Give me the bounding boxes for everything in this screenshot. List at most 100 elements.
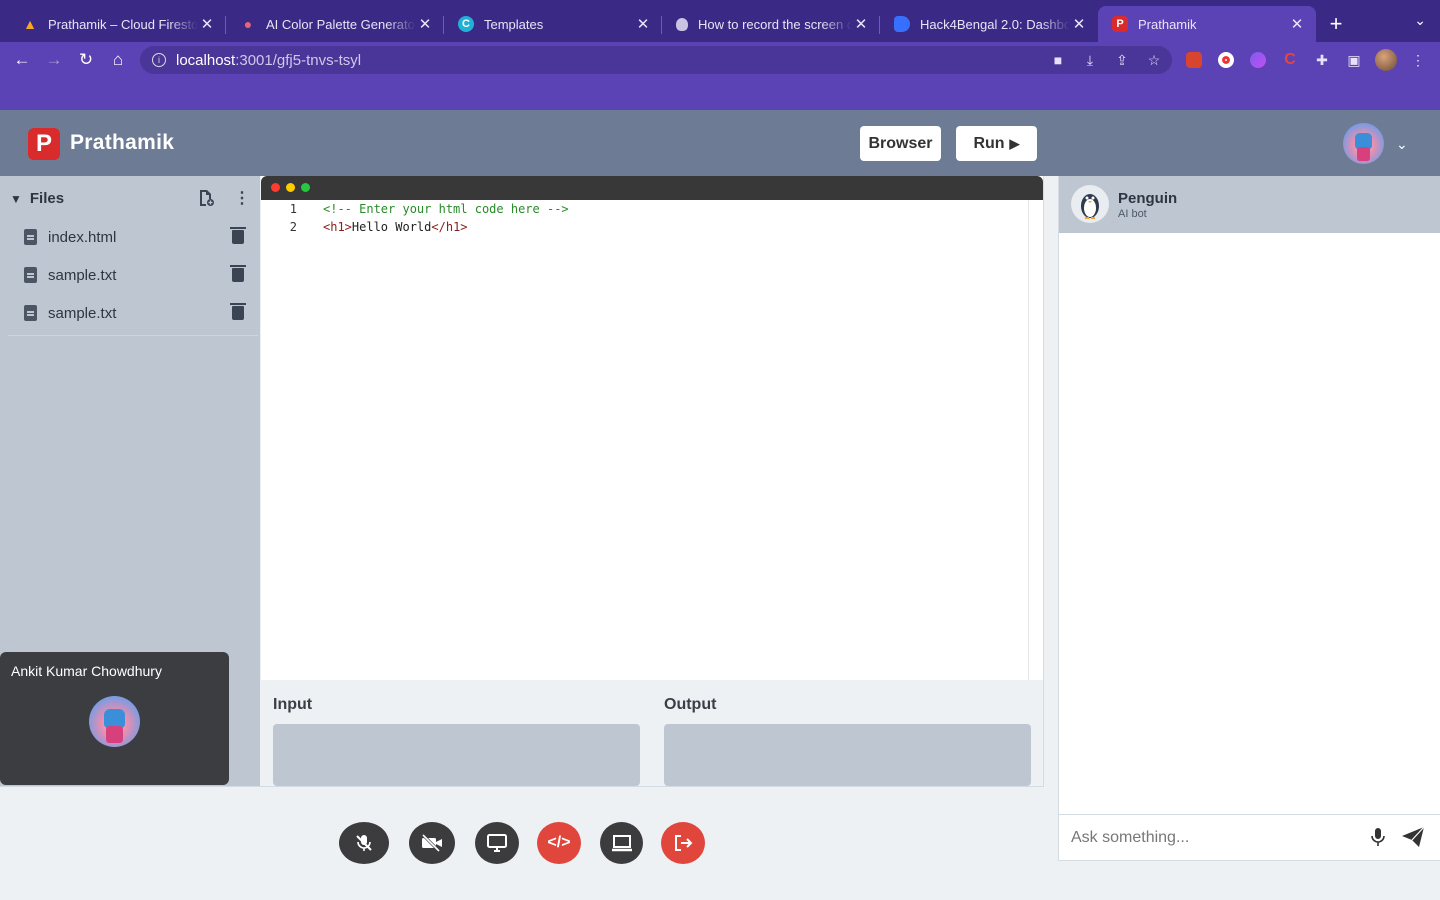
video-off-button[interactable] [409,822,455,864]
browser-button[interactable]: Browser [860,126,941,161]
mic-icon[interactable] [1370,827,1386,852]
input-label: Input [273,696,313,713]
firebase-icon: ▲ [23,16,37,32]
close-tab-icon[interactable]: ✕ [198,15,216,33]
trash-icon[interactable] [230,265,246,282]
back-icon[interactable]: ← [6,44,38,76]
devfolio-icon [894,16,910,32]
trash-icon[interactable] [230,303,246,320]
close-tab-icon[interactable]: ✕ [1070,15,1088,33]
code-icon: </> [547,834,571,851]
extension-icon[interactable] [1242,46,1274,74]
trash-icon[interactable] [230,227,246,244]
divider [8,335,258,336]
tab-title: Templates [484,16,544,32]
mute-mic-button[interactable] [339,822,389,864]
run-button[interactable]: Run ▶ [956,126,1037,161]
browser-tab[interactable]: Hack4Bengal 2.0: Dashboard ✕ [880,6,1098,42]
file-name: index.html [48,228,117,246]
share-icon[interactable]: ⇪ [1106,46,1138,74]
more-options-icon[interactable]: ⋮ [234,188,250,208]
tab-search-icon[interactable]: ⌄ [1414,12,1426,29]
chevron-down-icon[interactable]: ⌄ [1396,136,1408,153]
leave-button[interactable] [661,822,705,864]
close-tab-icon[interactable]: ✕ [852,15,870,33]
home-icon[interactable]: ⌂ [102,44,134,76]
prathamik-icon: P [1112,16,1128,32]
ai-chat-panel: Penguin AI bot [1058,176,1440,861]
output-box [664,724,1031,786]
file-item[interactable]: index.html [0,218,260,256]
new-tab-icon[interactable]: + [1316,6,1356,42]
close-tab-icon[interactable]: ✕ [1288,15,1306,33]
side-panel-icon[interactable]: ▣ [1338,46,1370,74]
divider [0,786,1044,787]
drop-icon: ● [243,16,253,32]
user-avatar[interactable] [1343,123,1384,164]
code-editor[interactable]: 1 <!-- Enter your html code here --> 2 <… [261,176,1043,680]
browser-tab[interactable]: C Templates ✕ [444,6,662,42]
canva-icon: C [458,16,474,32]
reload-icon[interactable]: ↻ [70,44,102,76]
browser-tab-active[interactable]: P Prathamik ✕ [1098,6,1316,42]
brand-name: Prathamik [70,131,175,154]
line-number: 1 [289,202,297,216]
browser-tab-bar: ▲ Prathamik – Cloud Firestore ✕ ● AI Col… [0,0,1440,42]
forward-icon[interactable]: → [38,44,70,76]
send-icon[interactable] [1401,826,1425,853]
file-item[interactable]: sample.txt [0,256,260,294]
input-box[interactable] [273,724,640,786]
site-info-icon[interactable]: i [152,53,166,67]
file-item[interactable]: sample.txt [0,294,260,332]
mic-off-icon [356,835,372,851]
browser-tab[interactable]: How to record the screen on ✕ [662,6,880,42]
chat-input-bar [1059,814,1440,860]
tab-title: Prathamik [1138,16,1197,32]
code-line[interactable]: <h1>Hello World</h1> [323,220,468,234]
bot-subtitle: AI bot [1118,208,1147,220]
line-number: 2 [289,220,297,234]
output-label: Output [664,696,717,713]
browser-tab[interactable]: ▲ Prathamik – Cloud Firestore ✕ [8,6,226,42]
close-tab-icon[interactable]: ✕ [634,15,652,33]
puzzle-icon[interactable]: ✚ [1306,46,1338,74]
editor-title-bar [261,176,1043,200]
divider [1043,176,1044,786]
apple-icon [676,17,688,31]
install-icon[interactable]: ⤓ [1074,46,1106,74]
record-extension-icon[interactable] [1210,46,1242,74]
minimize-dot-icon [286,183,295,192]
close-dot-icon [271,183,280,192]
close-tab-icon[interactable]: ✕ [416,15,434,33]
chevron-down-icon[interactable]: ▼ [10,192,22,206]
penguin-avatar [1071,185,1109,223]
files-title: Files [29,190,65,207]
extension-icon[interactable] [1178,46,1210,74]
files-section-header[interactable]: ▼ Files [10,190,64,207]
bookmark-star-icon[interactable]: ☆ [1138,46,1170,74]
maximize-dot-icon [301,183,310,192]
extension-icon[interactable]: C [1274,46,1306,74]
bookmark-bar [0,78,1440,110]
browser-tab[interactable]: ● AI Color Palette Generator ✕ [226,6,444,42]
profile-avatar[interactable] [1370,46,1402,74]
play-icon: ▶ [1009,135,1020,151]
share-screen-button[interactable] [475,822,519,864]
participant-avatar [89,696,140,747]
code-line[interactable]: <!-- Enter your html code here --> [323,202,569,216]
prathamik-logo[interactable]: P [28,128,60,160]
participant-video-tile: Ankit Kumar Chowdhury [0,652,229,785]
app-header: P Prathamik Browser Run ▶ [0,110,1440,176]
io-panel: Input Output [261,680,1043,786]
new-file-icon[interactable] [197,189,215,212]
chat-input[interactable] [1071,825,1361,851]
bot-name: Penguin [1118,190,1178,207]
url-path: :3001/gfj5-tnvs-tsyl [235,51,362,69]
address-bar[interactable]: i localhost:3001/gfj5-tnvs-tsyl [140,46,1172,74]
code-button[interactable]: </> [537,822,581,864]
kebab-menu-icon[interactable]: ⋮ [1402,46,1434,74]
html-file-icon [24,229,37,245]
camera-icon[interactable]: ■ [1042,46,1074,74]
whiteboard-button[interactable] [600,822,643,864]
scrollbar-track[interactable] [1028,200,1029,680]
